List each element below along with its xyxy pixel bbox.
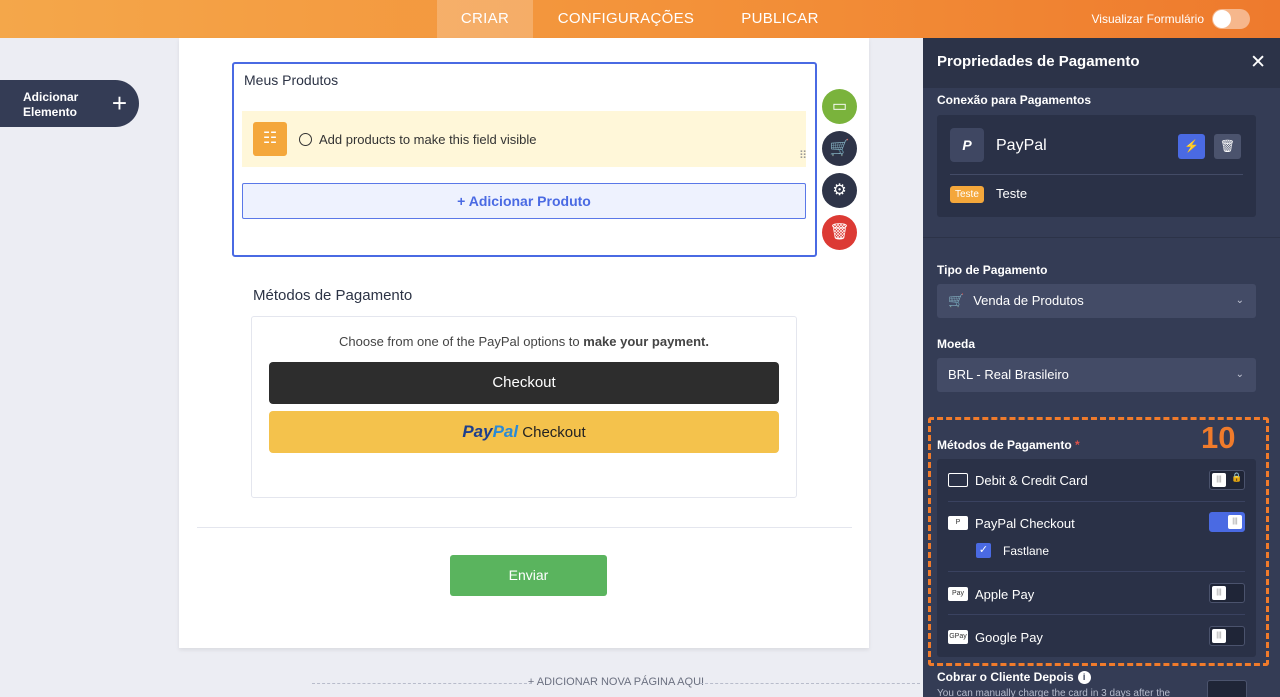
method-name: Debit & Credit Card [975, 473, 1088, 488]
info-icon[interactable]: i [1077, 671, 1091, 684]
fastlane-checkbox[interactable]: ✓ [976, 543, 991, 558]
gear-icon[interactable]: ⚙ [822, 173, 857, 208]
paypal-toggle[interactable]: ||| [1209, 512, 1245, 532]
cart-icon[interactable]: 🛒 [822, 131, 857, 166]
step-number: 10 [1201, 420, 1236, 455]
paypal-logo: PayPal [462, 422, 518, 441]
delete-connection-icon[interactable]: 🗑 [1214, 134, 1241, 159]
paypal-checkout-label: Checkout [522, 424, 586, 441]
payment-type-select[interactable]: 🛒 Venda de Produtos ⌄ [937, 284, 1256, 318]
method-row-paypal: P PayPal Checkout ||| [937, 503, 1256, 543]
payment-methods-list: Debit & Credit Card ||| 🔒 P PayPal Checko… [937, 459, 1256, 657]
tab-publicar[interactable]: PUBLICAR [730, 0, 830, 38]
paypal-small-icon: P [948, 516, 968, 530]
connection-label: Conexão para Pagamentos [937, 93, 1092, 107]
toggle-knob: ||| [1212, 473, 1226, 487]
charge-later-label: Cobrar o Cliente Depois i [937, 670, 1091, 684]
products-notice: ☷ Add products to make this field visibl… [242, 111, 806, 167]
chevron-down-icon: ⌄ [1235, 369, 1244, 380]
toggle-knob: ||| [1212, 629, 1226, 643]
drag-handle-icon[interactable]: ⠿ [799, 151, 808, 162]
list-icon: ☷ [253, 122, 287, 156]
method-row-applepay: Pay Apple Pay ||| [937, 574, 1256, 614]
paypal-logo-pay: Pay [462, 422, 493, 441]
add-new-page-link[interactable]: + ADICIONAR NOVA PÁGINA AQUI [312, 676, 920, 688]
payment-properties-panel: Propriedades de Pagamento ✕ Conexão para… [923, 38, 1280, 697]
payment-type-label: Tipo de Pagamento [937, 263, 1048, 277]
payment-type-value: Venda de Produtos [973, 293, 1084, 308]
paypal-connection-card: P PayPal ⚡ 🗑 Teste Teste [937, 115, 1256, 217]
payment-description: Choose from one of the PayPal options to… [252, 334, 796, 349]
payment-methods-title: Métodos de Pagamento [253, 287, 413, 304]
preview-form-control: Visualizar Formulário [1091, 9, 1250, 29]
add-element-button[interactable]: Adicionar Elemento + [0, 80, 139, 127]
charge-later-description: You can manually charge the card in 3 da… [937, 688, 1171, 697]
mode-text: Teste [996, 186, 1028, 201]
charge-later-toggle[interactable] [1207, 680, 1247, 697]
required-mark: * [1075, 438, 1080, 452]
method-row-googlepay: GPay Google Pay ||| [937, 617, 1256, 657]
toggle-knob: ||| [1228, 515, 1242, 529]
lock-icon: 🔒 [1231, 472, 1243, 482]
form-divider [197, 527, 852, 528]
charge-later-text: Cobrar o Cliente Depois [937, 670, 1074, 684]
plug-icon[interactable]: ⚡ [1178, 134, 1205, 159]
payment-methods-box: Choose from one of the PayPal options to… [251, 316, 797, 498]
panel-title: Propriedades de Pagamento [937, 53, 1140, 70]
submit-button[interactable]: Enviar [450, 555, 607, 596]
card-toggle[interactable]: ||| 🔒 [1209, 470, 1245, 490]
cart-small-icon: 🛒 [948, 293, 965, 308]
google-pay-toggle[interactable]: ||| [1209, 626, 1245, 646]
chevron-down-icon: ⌄ [1235, 295, 1244, 306]
paypal-icon: P [950, 128, 984, 162]
plus-icon: + [111, 88, 127, 118]
currency-label: Moeda [937, 337, 976, 351]
paypal-checkout-button[interactable]: PayPal Checkout [269, 411, 779, 453]
row-divider [948, 614, 1245, 615]
paypal-logo-pal: Pal [492, 422, 519, 441]
method-name: Apple Pay [975, 587, 1035, 602]
tab-criar[interactable]: CRIAR [437, 0, 533, 38]
mode-badge: Teste [950, 186, 984, 203]
payment-properties-icon[interactable]: ▭ [822, 89, 857, 124]
apple-pay-icon: Pay [948, 587, 968, 601]
add-element-label: Adicionar Elemento [23, 90, 79, 119]
payment-description-text: Choose from one of the PayPal options to [339, 334, 584, 349]
fastlane-label: Fastlane [1003, 544, 1050, 558]
apple-pay-toggle[interactable]: ||| [1209, 583, 1245, 603]
products-field-title: Meus Produtos [244, 72, 339, 88]
products-notice-text: Add products to make this field visible [319, 132, 537, 147]
method-name: Google Pay [975, 630, 1043, 645]
row-divider [948, 501, 1245, 502]
radio-icon [299, 133, 312, 146]
checkout-button[interactable]: Checkout [269, 362, 779, 404]
payment-description-bold: make your payment. [583, 334, 709, 349]
credit-card-icon [948, 473, 968, 487]
tab-configuracoes[interactable]: CONFIGURAÇÕES [545, 0, 707, 38]
payment-methods-label-text: Métodos de Pagamento [937, 438, 1072, 452]
top-navigation-bar: CRIAR CONFIGURAÇÕES PUBLICAR Visualizar … [0, 0, 1280, 38]
google-pay-icon: GPay [948, 630, 968, 644]
payment-methods-label: Métodos de Pagamento * [937, 438, 1080, 452]
preview-form-toggle[interactable] [1212, 9, 1250, 29]
card-divider [950, 174, 1243, 175]
gateway-name: PayPal [996, 137, 1047, 154]
toggle-knob: ||| [1212, 586, 1226, 600]
row-divider [948, 571, 1245, 572]
panel-header: Propriedades de Pagamento ✕ [923, 38, 1280, 88]
currency-value: BRL - Real Brasileiro [948, 367, 1069, 382]
close-icon[interactable]: ✕ [1250, 51, 1266, 74]
method-name: PayPal Checkout [975, 516, 1075, 531]
currency-select[interactable]: BRL - Real Brasileiro ⌄ [937, 358, 1256, 392]
trash-icon[interactable]: 🗑 [822, 215, 857, 250]
method-row-card: Debit & Credit Card ||| 🔒 [937, 460, 1256, 500]
section-divider [923, 237, 1280, 238]
add-product-button[interactable]: + Adicionar Produto [242, 183, 806, 219]
preview-form-label: Visualizar Formulário [1091, 12, 1204, 26]
